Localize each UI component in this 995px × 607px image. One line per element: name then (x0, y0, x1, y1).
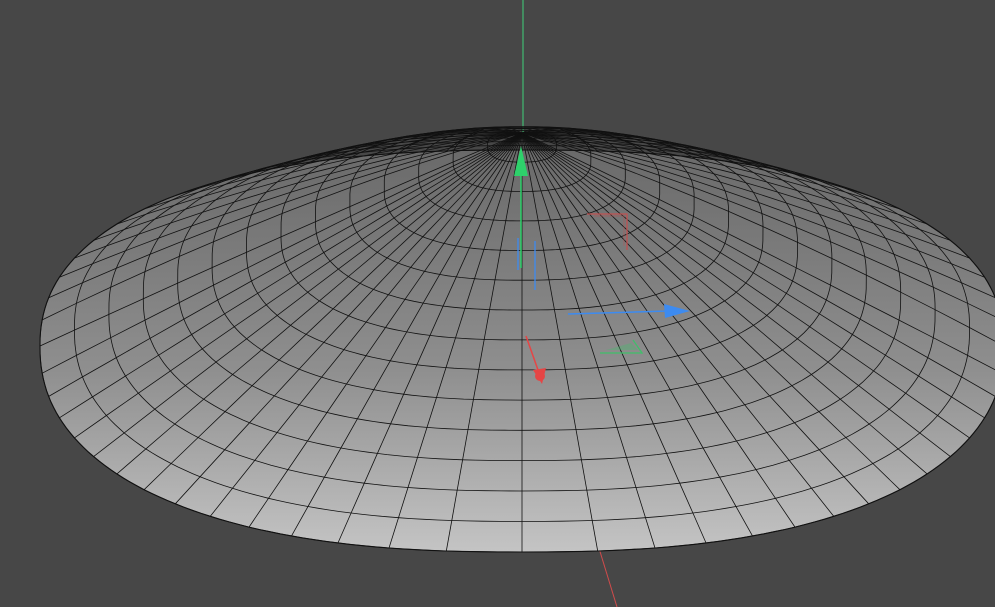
3d-viewport[interactable] (0, 0, 995, 607)
dome-mesh[interactable] (39, 126, 995, 553)
world-x-axis (597, 544, 618, 607)
viewport-canvas[interactable] (0, 0, 995, 607)
